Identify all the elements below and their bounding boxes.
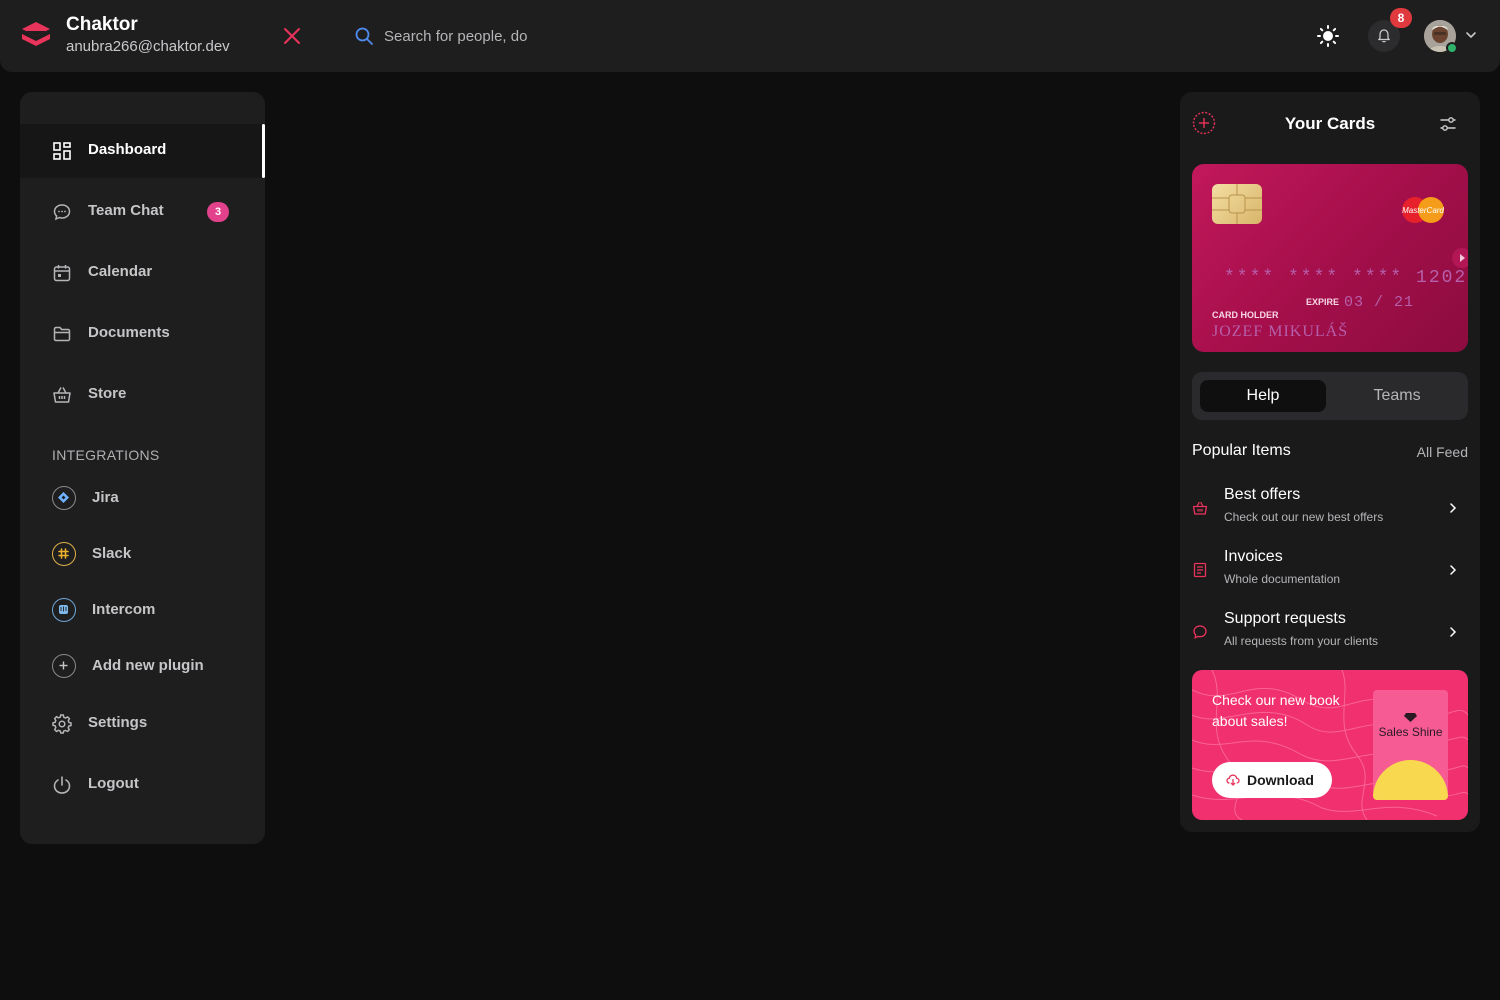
- chat-icon: [53, 204, 71, 221]
- sidebar-item-label: Jira: [92, 489, 119, 506]
- sidebar-item-label: Dashboard: [88, 141, 167, 158]
- close-icon[interactable]: [280, 24, 304, 48]
- card-number: **** **** **** 1202: [1224, 268, 1468, 288]
- app-name: Chaktor: [66, 14, 138, 35]
- popular-item-subtitle: All requests from your clients: [1224, 634, 1379, 648]
- user-email: anubra266@chaktor.dev: [66, 38, 230, 55]
- mastercard-logo-icon: MasterCard: [1402, 197, 1444, 223]
- sidebar-item-calendar[interactable]: Calendar: [20, 246, 265, 300]
- sidebar-item-label: Settings: [88, 714, 148, 731]
- sun-icon[interactable]: [1316, 24, 1340, 48]
- intercom-icon: [52, 598, 76, 622]
- sidebar-item-label: Add new plugin: [92, 657, 204, 674]
- notification-count-badge: 8: [1390, 8, 1412, 28]
- top-header: Chaktor anubra266@chaktor.dev 8: [0, 0, 1500, 72]
- unread-count-badge: 3: [207, 202, 229, 222]
- gear-icon: [52, 714, 72, 734]
- book-title: Sales Shine: [1378, 725, 1443, 739]
- book-sun-shape: [1373, 760, 1448, 800]
- sidebar-item-store[interactable]: Store: [20, 368, 265, 422]
- basket-icon: [53, 387, 71, 403]
- sidebar-item-jira[interactable]: Jira: [20, 476, 265, 520]
- chat-icon: [1193, 625, 1207, 639]
- tab-help[interactable]: Help: [1200, 380, 1326, 412]
- sidebar-item-documents[interactable]: Documents: [20, 307, 265, 361]
- card-holder-name: JOZEF MIKULÁŠ: [1212, 323, 1349, 340]
- book-cover: Sales Shine: [1373, 690, 1448, 800]
- card-chip-icon: [1212, 184, 1262, 224]
- popular-item-title: Best offers: [1224, 486, 1301, 503]
- online-status-dot: [1446, 42, 1458, 54]
- sidebar-item-label: Slack: [92, 545, 132, 562]
- folder-icon: [53, 326, 71, 342]
- chevron-down-icon[interactable]: [1464, 28, 1478, 42]
- popular-item-subtitle: Whole documentation: [1224, 572, 1341, 586]
- cards-panel: Your Cards MasterCard **** **** **** 120…: [1180, 92, 1480, 832]
- expire-label: EXPIRE: [1306, 297, 1340, 307]
- popular-item-subtitle: Check out our new best offers: [1224, 510, 1384, 524]
- chaktor-logo-icon: [22, 22, 50, 46]
- download-button-label: Download: [1247, 772, 1314, 788]
- sidebar-item-team-chat[interactable]: Team Chat 3: [20, 185, 265, 239]
- tab-teams[interactable]: Teams: [1334, 380, 1460, 412]
- add-plugin-button[interactable]: Add new plugin: [20, 644, 265, 688]
- sidebar-item-label: Logout: [88, 775, 139, 792]
- sidebar-item-label: Team Chat: [88, 202, 164, 219]
- popular-item-invoices[interactable]: Invoices Whole documentation: [1192, 546, 1468, 598]
- chevron-right-icon: [1450, 627, 1457, 637]
- sliders-icon[interactable]: [1438, 114, 1458, 134]
- plus-icon: [52, 654, 76, 678]
- sidebar-item-slack[interactable]: Slack: [20, 532, 265, 576]
- chevron-right-icon: [1460, 254, 1465, 262]
- popular-item-title: Support requests: [1224, 610, 1346, 627]
- promo-banner: Check our new book about sales! Download…: [1192, 670, 1468, 820]
- credit-card[interactable]: MasterCard **** **** **** 1202 EXPIRE 03…: [1192, 164, 1468, 352]
- search-input[interactable]: [384, 24, 684, 48]
- calendar-icon: [53, 265, 71, 282]
- popular-items-heading: Popular Items: [1192, 442, 1291, 459]
- promo-text: Check our new book about sales!: [1212, 692, 1340, 729]
- download-button[interactable]: Download: [1212, 762, 1332, 798]
- slack-icon: [52, 542, 76, 566]
- panel-tabs: Help Teams: [1192, 372, 1468, 420]
- card-holder-label: CARD HOLDER: [1212, 310, 1279, 320]
- cloud-download-icon: [1226, 774, 1240, 786]
- sidebar-item-settings[interactable]: Settings: [20, 697, 265, 751]
- expire-value: 03 / 21: [1344, 294, 1415, 311]
- dashboard-icon: [53, 142, 71, 160]
- bell-icon: [1377, 29, 1391, 43]
- sidebar-item-label: Documents: [88, 324, 170, 341]
- cards-title: Your Cards: [1284, 114, 1376, 133]
- document-icon: [1193, 562, 1207, 578]
- sidebar: Dashboard Team Chat 3 Calendar Documents: [20, 92, 265, 844]
- sidebar-item-dashboard[interactable]: Dashboard: [20, 124, 265, 178]
- chevron-right-icon: [1450, 565, 1457, 575]
- popular-item-best-offers[interactable]: Best offers Check out our new best offer…: [1192, 484, 1468, 536]
- integrations-heading: INTEGRATIONS: [52, 447, 160, 463]
- sidebar-item-intercom[interactable]: Intercom: [20, 588, 265, 632]
- svg-text:MasterCard: MasterCard: [1402, 206, 1444, 215]
- search-icon: [355, 27, 373, 45]
- all-feed-link[interactable]: All Feed: [1417, 444, 1468, 460]
- sidebar-item-label: Intercom: [92, 601, 156, 618]
- popular-item-title: Invoices: [1224, 548, 1283, 565]
- next-card-button[interactable]: [1452, 248, 1468, 268]
- basket-icon: [1192, 501, 1208, 515]
- popular-item-support-requests[interactable]: Support requests All requests from your …: [1192, 608, 1468, 660]
- chevron-right-icon: [1450, 503, 1457, 513]
- sidebar-item-logout[interactable]: Logout: [20, 758, 265, 812]
- sidebar-item-label: Calendar: [88, 263, 153, 280]
- jira-icon: [52, 486, 76, 510]
- sidebar-item-label: Store: [88, 385, 127, 402]
- power-icon: [53, 776, 71, 794]
